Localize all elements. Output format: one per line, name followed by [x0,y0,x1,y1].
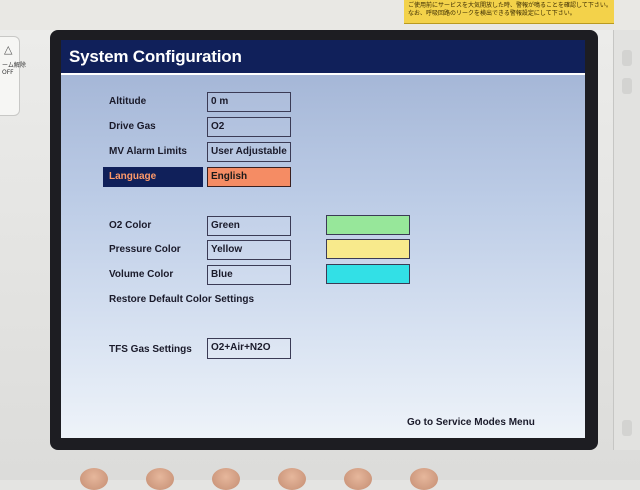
o2-color-value[interactable]: Green [207,216,291,236]
tfs-gas-settings-label[interactable]: TFS Gas Settings [103,340,192,360]
right-control-strip [613,30,640,450]
volume-color-label[interactable]: Volume Color [103,265,173,285]
warning-text-line-1: ご使用前にサービスを大気開放した時、警報が鳴ることを確認して下さい。 [408,2,612,9]
hardware-button[interactable] [344,468,372,490]
pressure-color-swatch [326,239,410,259]
altitude-label[interactable]: Altitude [103,92,146,112]
restore-default-colors-button[interactable]: Restore Default Color Settings [109,292,254,308]
title-bar: System Configuration [61,40,585,75]
hardware-button[interactable] [146,468,174,490]
pressure-color-value[interactable]: Yellow [207,240,291,260]
warning-label: ご使用前にサービスを大気開放した時、警報が鳴ることを確認して下さい。 なお、呼吸… [404,0,614,24]
tfs-gas-settings-value[interactable]: O2+Air+N2O [207,338,291,359]
right-control-notch [622,50,632,66]
page-title: System Configuration [69,47,242,66]
bell-warning-icon: △ [4,43,13,56]
hardware-button[interactable] [410,468,438,490]
alarm-silence-panel[interactable]: △ ーム解除 OFF [0,36,26,116]
volume-color-value[interactable]: Blue [207,265,291,285]
alarm-panel-off: OFF [2,69,14,76]
o2-color-label[interactable]: O2 Color [103,216,151,236]
display-screen: System Configuration Altitude 0 m Drive … [61,40,585,438]
mv-alarm-limits-value[interactable]: User Adjustable [207,142,291,162]
warning-text-line-2: なお、呼吸回路のリークを検出できる警報設定にして下さい。 [408,10,576,17]
hardware-button[interactable] [278,468,306,490]
right-control-notch [622,78,632,94]
language-value[interactable]: English [207,167,291,187]
drive-gas-label[interactable]: Drive Gas [103,117,156,137]
alarm-panel-label: ーム解除 [2,62,26,69]
hardware-button[interactable] [80,468,108,490]
o2-color-swatch [326,215,410,235]
mv-alarm-limits-label[interactable]: MV Alarm Limits [103,142,187,162]
right-control-notch [622,420,632,436]
volume-color-swatch [326,264,410,284]
service-modes-menu-link[interactable]: Go to Service Modes Menu [407,415,535,431]
drive-gas-value[interactable]: O2 [207,117,291,137]
language-label[interactable]: Language [103,167,203,187]
hardware-button[interactable] [212,468,240,490]
altitude-value[interactable]: 0 m [207,92,291,112]
pressure-color-label[interactable]: Pressure Color [103,240,181,260]
